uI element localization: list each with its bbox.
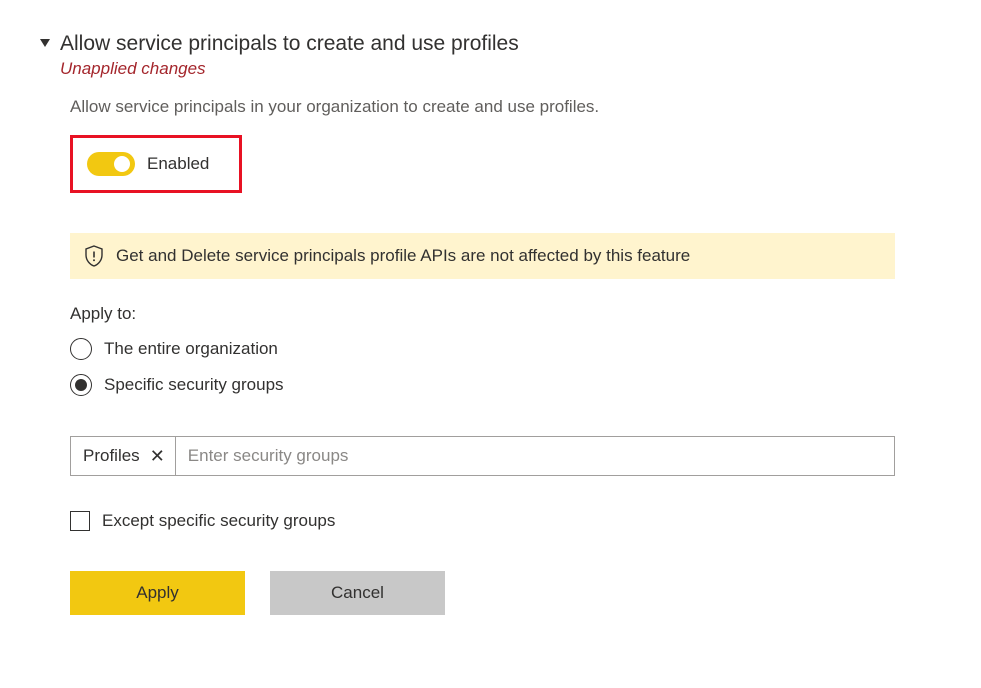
chip-label: Profiles (83, 446, 140, 466)
radio-dot-icon (75, 379, 87, 391)
radio-entire-organization[interactable]: The entire organization (70, 338, 941, 360)
cancel-button[interactable]: Cancel (270, 571, 445, 615)
shield-alert-icon (84, 245, 104, 267)
radio-specific-security-groups[interactable]: Specific security groups (70, 374, 941, 396)
checkbox-box-icon (70, 511, 90, 531)
security-groups-field[interactable]: Profiles ✕ (70, 436, 895, 476)
toggle-knob (114, 156, 130, 172)
radio-label: Specific security groups (104, 375, 284, 395)
apply-to-label: Apply to: (70, 304, 941, 324)
radio-circle-icon (70, 374, 92, 396)
group-chip: Profiles ✕ (71, 437, 176, 475)
info-notice: Get and Delete service principals profil… (70, 233, 895, 279)
enabled-toggle-highlight: Enabled (70, 135, 242, 193)
notice-text: Get and Delete service principals profil… (116, 246, 690, 266)
enabled-toggle[interactable] (87, 152, 135, 176)
checkbox-label: Except specific security groups (102, 511, 335, 531)
setting-description: Allow service principals in your organiz… (70, 97, 941, 117)
security-groups-input[interactable] (176, 437, 894, 475)
expand-caret-icon[interactable] (40, 39, 50, 47)
except-groups-checkbox[interactable]: Except specific security groups (70, 511, 941, 531)
setting-title: Allow service principals to create and u… (60, 30, 519, 57)
chip-remove-icon[interactable]: ✕ (150, 447, 165, 465)
apply-button[interactable]: Apply (70, 571, 245, 615)
toggle-state-label: Enabled (147, 154, 209, 174)
unapplied-changes-label: Unapplied changes (60, 59, 519, 79)
radio-circle-icon (70, 338, 92, 360)
radio-label: The entire organization (104, 339, 278, 359)
